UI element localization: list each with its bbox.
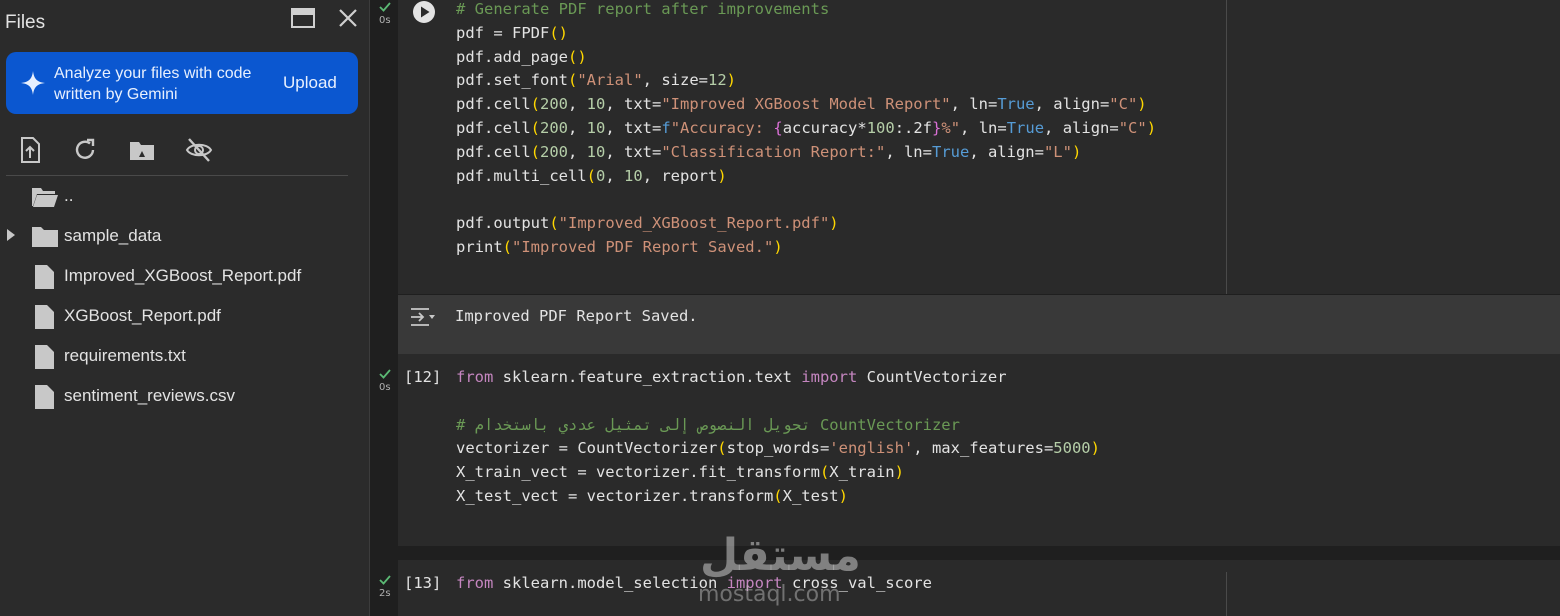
execution-count: [12]: [404, 368, 442, 386]
cell-output: Improved PDF Report Saved.: [398, 295, 1560, 354]
code-editor[interactable]: from sklearn.model_selection import cros…: [456, 572, 932, 596]
run-cell-icon[interactable]: [412, 0, 436, 24]
refresh-icon[interactable]: [71, 136, 99, 164]
upload-button[interactable]: Upload: [283, 73, 337, 93]
close-icon[interactable]: [336, 6, 360, 30]
file-icon: [35, 265, 54, 289]
execution-time: 0s: [379, 15, 391, 26]
gemini-spark-icon: [21, 71, 45, 95]
output-actions-icon[interactable]: [410, 307, 436, 327]
code-editor[interactable]: # Generate PDF report after improvements…: [456, 0, 1156, 260]
mount-drive-icon[interactable]: [128, 136, 156, 164]
tree-item-file[interactable]: sentiment_reviews.csv: [0, 376, 370, 416]
window-toggle-icon[interactable]: [290, 7, 316, 29]
expand-arrow-icon[interactable]: [6, 229, 16, 241]
execution-time: 2s: [379, 588, 391, 599]
file-icon: [35, 385, 54, 409]
folder-icon: [32, 227, 58, 247]
tree-item-label: ..: [64, 186, 74, 205]
file-icon: [35, 345, 54, 369]
tree-item-file[interactable]: Improved_XGBoost_Report.pdf: [0, 256, 370, 296]
tree-item-folder[interactable]: sample_data: [0, 216, 370, 256]
upload-file-icon[interactable]: [16, 136, 44, 164]
tree-item-label: requirements.txt: [64, 346, 186, 365]
tree-item-label: XGBoost_Report.pdf: [64, 306, 221, 325]
tree-item-parent[interactable]: ..: [0, 176, 370, 216]
hide-files-icon[interactable]: [185, 136, 213, 164]
success-check-icon: [379, 575, 391, 585]
tree-item-label: Improved_XGBoost_Report.pdf: [64, 266, 302, 285]
file-browser-panel: Files Analyze your files with code writt…: [0, 0, 370, 616]
gemini-promo-text: Analyze your files with code written by …: [54, 65, 252, 103]
output-text: Improved PDF Report Saved.: [455, 307, 698, 325]
tree-item-file[interactable]: XGBoost_Report.pdf: [0, 296, 370, 336]
gemini-upload-card[interactable]: Analyze your files with code written by …: [6, 52, 358, 114]
cell-divider: [1226, 572, 1227, 616]
code-editor[interactable]: from sklearn.feature_extraction.text imp…: [456, 366, 1100, 509]
cell-divider: [1226, 0, 1227, 294]
success-check-icon: [379, 369, 391, 379]
folder-open-icon: [32, 188, 58, 207]
tree-item-label: sample_data: [64, 226, 162, 245]
tree-item-label: sentiment_reviews.csv: [64, 386, 236, 405]
file-icon: [35, 305, 54, 329]
success-check-icon: [379, 2, 391, 12]
execution-count: [13]: [404, 574, 442, 592]
tree-item-file[interactable]: requirements.txt: [0, 336, 370, 376]
execution-time: 0s: [379, 382, 391, 393]
panel-title: Files: [5, 12, 46, 33]
